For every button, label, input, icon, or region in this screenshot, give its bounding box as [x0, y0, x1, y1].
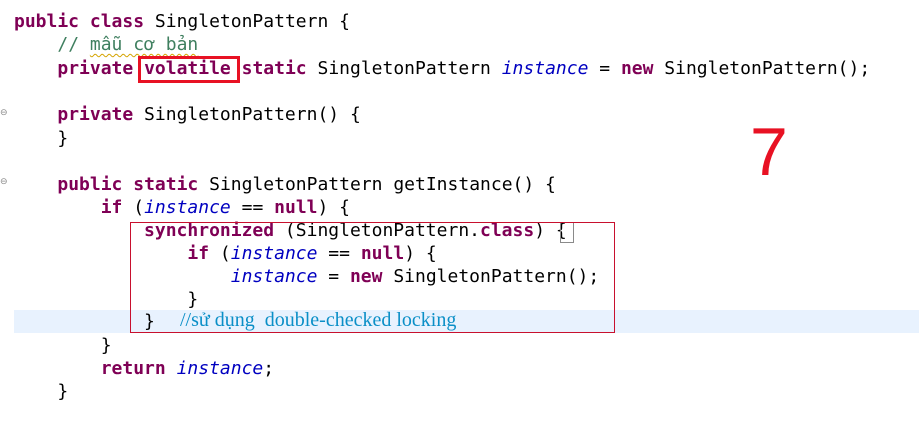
brace-close: } — [100, 335, 112, 356]
semicolon: ; — [263, 358, 275, 379]
constructor-signature: SingletonPattern() { — [133, 104, 361, 125]
volatile-highlight-box — [138, 56, 240, 83]
keyword-if: if — [100, 197, 123, 218]
code-line-return: return instance; — [14, 357, 274, 380]
field-instance: instance — [144, 197, 231, 218]
comment-text: mẫu cơ bản — [89, 34, 199, 55]
keyword-static: static — [241, 58, 307, 79]
paren-open: ( — [122, 197, 145, 218]
code-line-comment: // mẫu cơ bản — [14, 33, 198, 56]
assign-op: = — [588, 58, 621, 79]
editor-gutter: ⊖ ⊖ — [0, 0, 9, 426]
method-signature: SingletonPattern getInstance() { — [198, 174, 556, 195]
code-line-method-close: } — [14, 380, 68, 403]
code-line-if-outer: if (instance == null) { — [14, 196, 350, 219]
paren-close: ) { — [317, 197, 351, 218]
keyword-private: private — [57, 104, 134, 125]
constructor-call: SingletonPattern(); — [653, 58, 871, 79]
brace-close: } — [57, 128, 69, 149]
class-name: SingletonPattern { — [144, 11, 350, 32]
keyword-static: static — [133, 174, 199, 195]
keyword-new: new — [620, 58, 654, 79]
field-instance: instance — [501, 58, 589, 79]
brace-close: } — [57, 381, 69, 402]
code-line-method-declaration: public static SingletonPattern getInstan… — [14, 173, 556, 196]
annotation-note: //sử dụng double-checked locking — [180, 309, 457, 331]
code-line-if-outer-close: } — [14, 334, 112, 357]
comment-slashes: // — [57, 34, 90, 55]
code-line-constructor: private SingletonPattern() { — [14, 103, 361, 126]
keyword-null: null — [274, 197, 318, 218]
field-instance: instance — [176, 358, 264, 379]
code-line-class-declaration: public class SingletonPattern { — [14, 10, 350, 33]
code-line-constructor-close: } — [14, 127, 68, 150]
fold-collapse-icon[interactable]: ⊖ — [0, 178, 9, 187]
equals-op: == — [230, 197, 275, 218]
keyword-public: public — [14, 11, 80, 32]
annotation-number: 7 — [750, 114, 788, 190]
keyword-public: public — [57, 174, 123, 195]
field-type: SingletonPattern — [306, 58, 502, 79]
keyword-private: private — [57, 58, 134, 79]
keyword-class: class — [89, 11, 145, 32]
keyword-return: return — [100, 358, 166, 379]
code-editor[interactable]: ⊖ ⊖ public class SingletonPattern { // m… — [0, 0, 919, 426]
fold-collapse-icon[interactable]: ⊖ — [0, 109, 9, 118]
